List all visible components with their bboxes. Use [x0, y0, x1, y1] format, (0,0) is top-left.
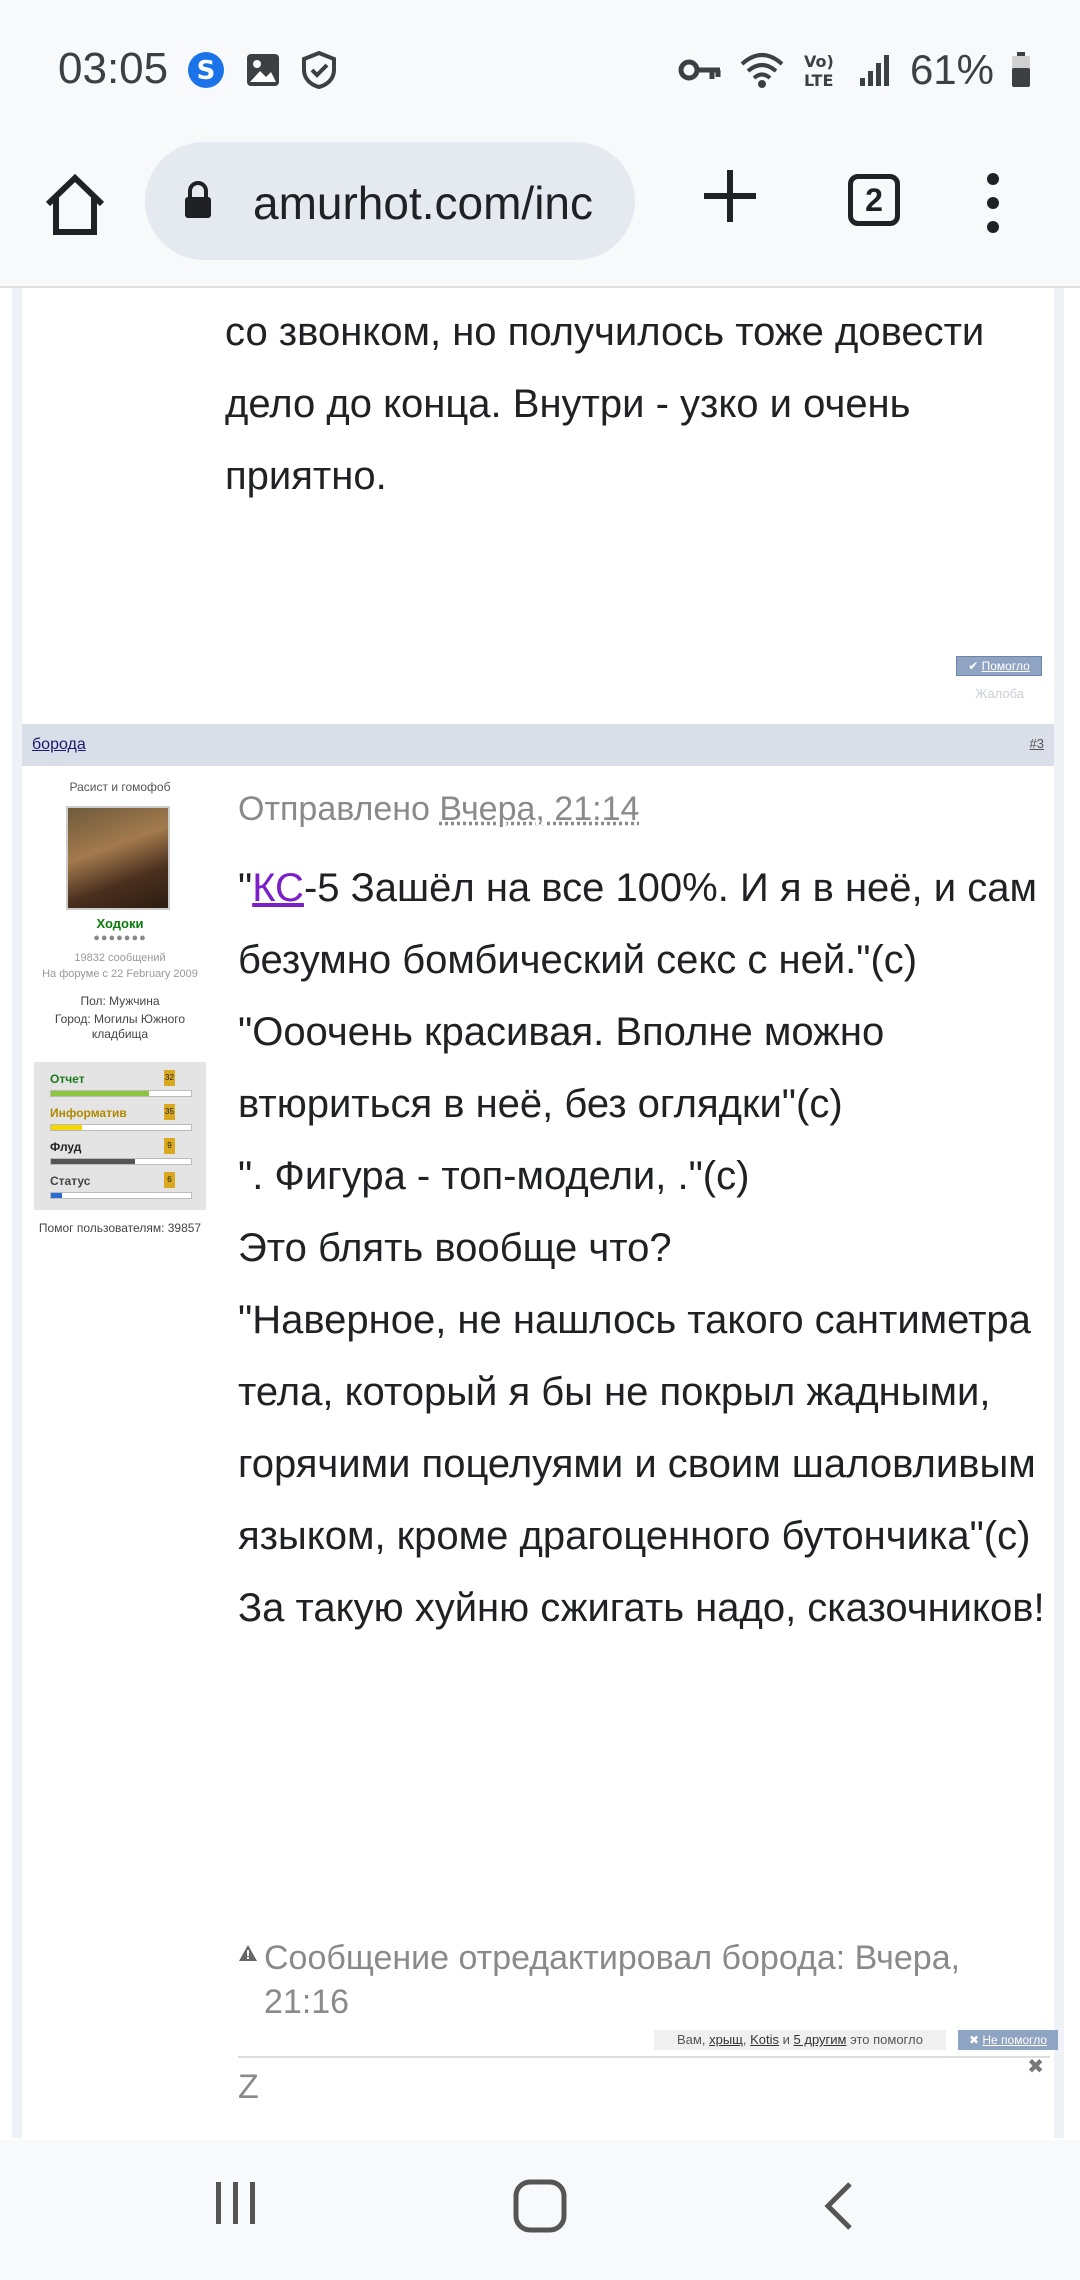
- wifi-icon: [740, 53, 784, 88]
- post-line: ". Фигура - топ-модели, ."(с): [238, 1154, 750, 1198]
- navigation-bar: [0, 2140, 1080, 2280]
- rating-badge: 35: [164, 1104, 175, 1120]
- post-text: со звонком, но получилось тоже довести д…: [225, 310, 985, 498]
- forum-frame: со звонком, но получилось тоже довести д…: [12, 288, 1064, 2138]
- rating-label: Информатив: [50, 1106, 127, 1120]
- helped-button[interactable]: ✔ Помогло: [956, 656, 1042, 676]
- rating-bar-fill: [51, 1193, 63, 1198]
- helped-user-link[interactable]: хрыщ: [709, 2032, 743, 2047]
- tabs-icon[interactable]: 2: [848, 174, 900, 226]
- rating-bar: [50, 1158, 192, 1165]
- not-helped-button[interactable]: ✖ Не помогло: [958, 2030, 1058, 2050]
- user-gender: Пол: Мужчина: [80, 994, 160, 1008]
- post-line: "КС-5 Зашёл на все 100%. И я в неё, и са…: [238, 866, 1037, 982]
- helped-label: Помогло: [981, 659, 1030, 673]
- post-header-bar: борода #3: [22, 724, 1054, 766]
- url-bar[interactable]: amurhot.com/inc: [145, 142, 635, 260]
- rating-bar-fill: [51, 1159, 135, 1164]
- svg-text:S: S: [197, 56, 216, 86]
- ks-link[interactable]: КС: [252, 866, 304, 910]
- post-author-link[interactable]: борода: [32, 736, 86, 754]
- helped-user-link[interactable]: Kotis: [750, 2032, 779, 2047]
- user-since: На форуме с 22 February 2009: [42, 968, 198, 980]
- helped-others-link[interactable]: 5 другим: [794, 2032, 847, 2047]
- signature-divider: [238, 2056, 1050, 2058]
- rating-bar: [50, 1090, 192, 1097]
- back-icon[interactable]: [820, 2180, 860, 2232]
- status-bar: 03:05 S Vo) LTE 61%: [0, 0, 1080, 140]
- rating-badge: 32: [164, 1070, 175, 1086]
- user-ratings: Отчет 32 Информатив 35 Флуд 9 Статус 6: [34, 1062, 206, 1210]
- rating-bar: [50, 1124, 192, 1131]
- rating-label: Отчет: [50, 1072, 85, 1086]
- rating-badge: 9: [164, 1138, 175, 1154]
- more-vert-icon[interactable]: [986, 172, 1000, 234]
- rating-badge: 6: [164, 1172, 175, 1188]
- post-line: Это блять вообще что?: [238, 1226, 672, 1270]
- shield-icon: [302, 50, 336, 90]
- rating-label: Флуд: [50, 1140, 82, 1154]
- volte-icon: Vo)LTE: [804, 52, 834, 90]
- warning-icon: [239, 1945, 257, 1961]
- user-messages: 19832 сообщений: [74, 952, 166, 964]
- not-helped-label: Не помогло: [982, 2033, 1048, 2047]
- edit-note: Сообщение отредактировал борода: Вчера, …: [238, 1936, 1050, 2024]
- user-name[interactable]: Ходоки: [22, 916, 218, 931]
- home-nav-icon[interactable]: [512, 2178, 568, 2234]
- signal-icon: [859, 55, 889, 86]
- edit-note-text: Сообщение отредактировал борода: Вчера, …: [264, 1939, 961, 2021]
- skype-icon: S: [188, 52, 224, 88]
- sent-date: Вчера, 21:14: [439, 790, 640, 828]
- user-stars: ●●●●●●●: [93, 932, 147, 944]
- post-body: "КС-5 Зашёл на все 100%. И я в неё, и са…: [238, 852, 1050, 1644]
- post-line: "Ооочень красивая. Вполне можно втюритьс…: [238, 1010, 885, 1126]
- post-sent: Отправлено Вчера, 21:14: [238, 790, 639, 829]
- browser-toolbar: amurhot.com/inc 2: [0, 140, 1080, 288]
- avatar[interactable]: [66, 806, 170, 910]
- rating-bar-fill: [51, 1125, 82, 1130]
- post-number-link[interactable]: #3: [1030, 736, 1044, 751]
- user-help-count: Помог пользователям: 39857: [38, 1221, 202, 1235]
- rating-label: Статус: [50, 1174, 91, 1188]
- rating-bar-fill: [51, 1091, 149, 1096]
- sent-prefix: Отправлено: [238, 790, 430, 828]
- lock-icon: [185, 181, 211, 218]
- status-time: 03:05: [58, 44, 169, 93]
- plus-icon[interactable]: [700, 166, 760, 226]
- web-page: со звонком, но получилось тоже довести д…: [0, 288, 1080, 2138]
- post-current: Расист и гомофоб Ходоки ●●●●●●● 19832 со…: [22, 766, 1058, 2138]
- battery-icon: [1012, 52, 1030, 87]
- post-line: За такую хуйню сжигать надо, сказочников…: [238, 1586, 1045, 1630]
- user-rank: Расист и гомофоб: [69, 780, 171, 794]
- post-previous: со звонком, но получилось тоже довести д…: [22, 288, 1054, 724]
- post-line: "Наверное, не нашлось такого сантиметра …: [238, 1298, 1036, 1558]
- image-icon: [247, 54, 279, 86]
- battery-percent: 61%: [909, 46, 994, 93]
- url-text: amurhot.com/inc: [253, 177, 594, 229]
- signature: Z: [238, 2068, 259, 2106]
- tab-count: 2: [865, 182, 883, 218]
- rating-bar: [50, 1192, 192, 1199]
- report-link[interactable]: Жалоба: [975, 686, 1024, 701]
- key-icon: [678, 59, 721, 81]
- helped-users: Вам, хрыщ, Kotis и 5 другим это помогло: [654, 2030, 946, 2050]
- home-icon[interactable]: [40, 170, 110, 240]
- user-city: Город: Могилы Южного кладбища: [54, 1012, 186, 1041]
- close-icon[interactable]: ✖: [1027, 2054, 1044, 2079]
- recent-apps-icon[interactable]: [212, 2178, 260, 2228]
- svg-text:Vo): Vo): [804, 52, 834, 71]
- svg-text:LTE: LTE: [804, 71, 833, 90]
